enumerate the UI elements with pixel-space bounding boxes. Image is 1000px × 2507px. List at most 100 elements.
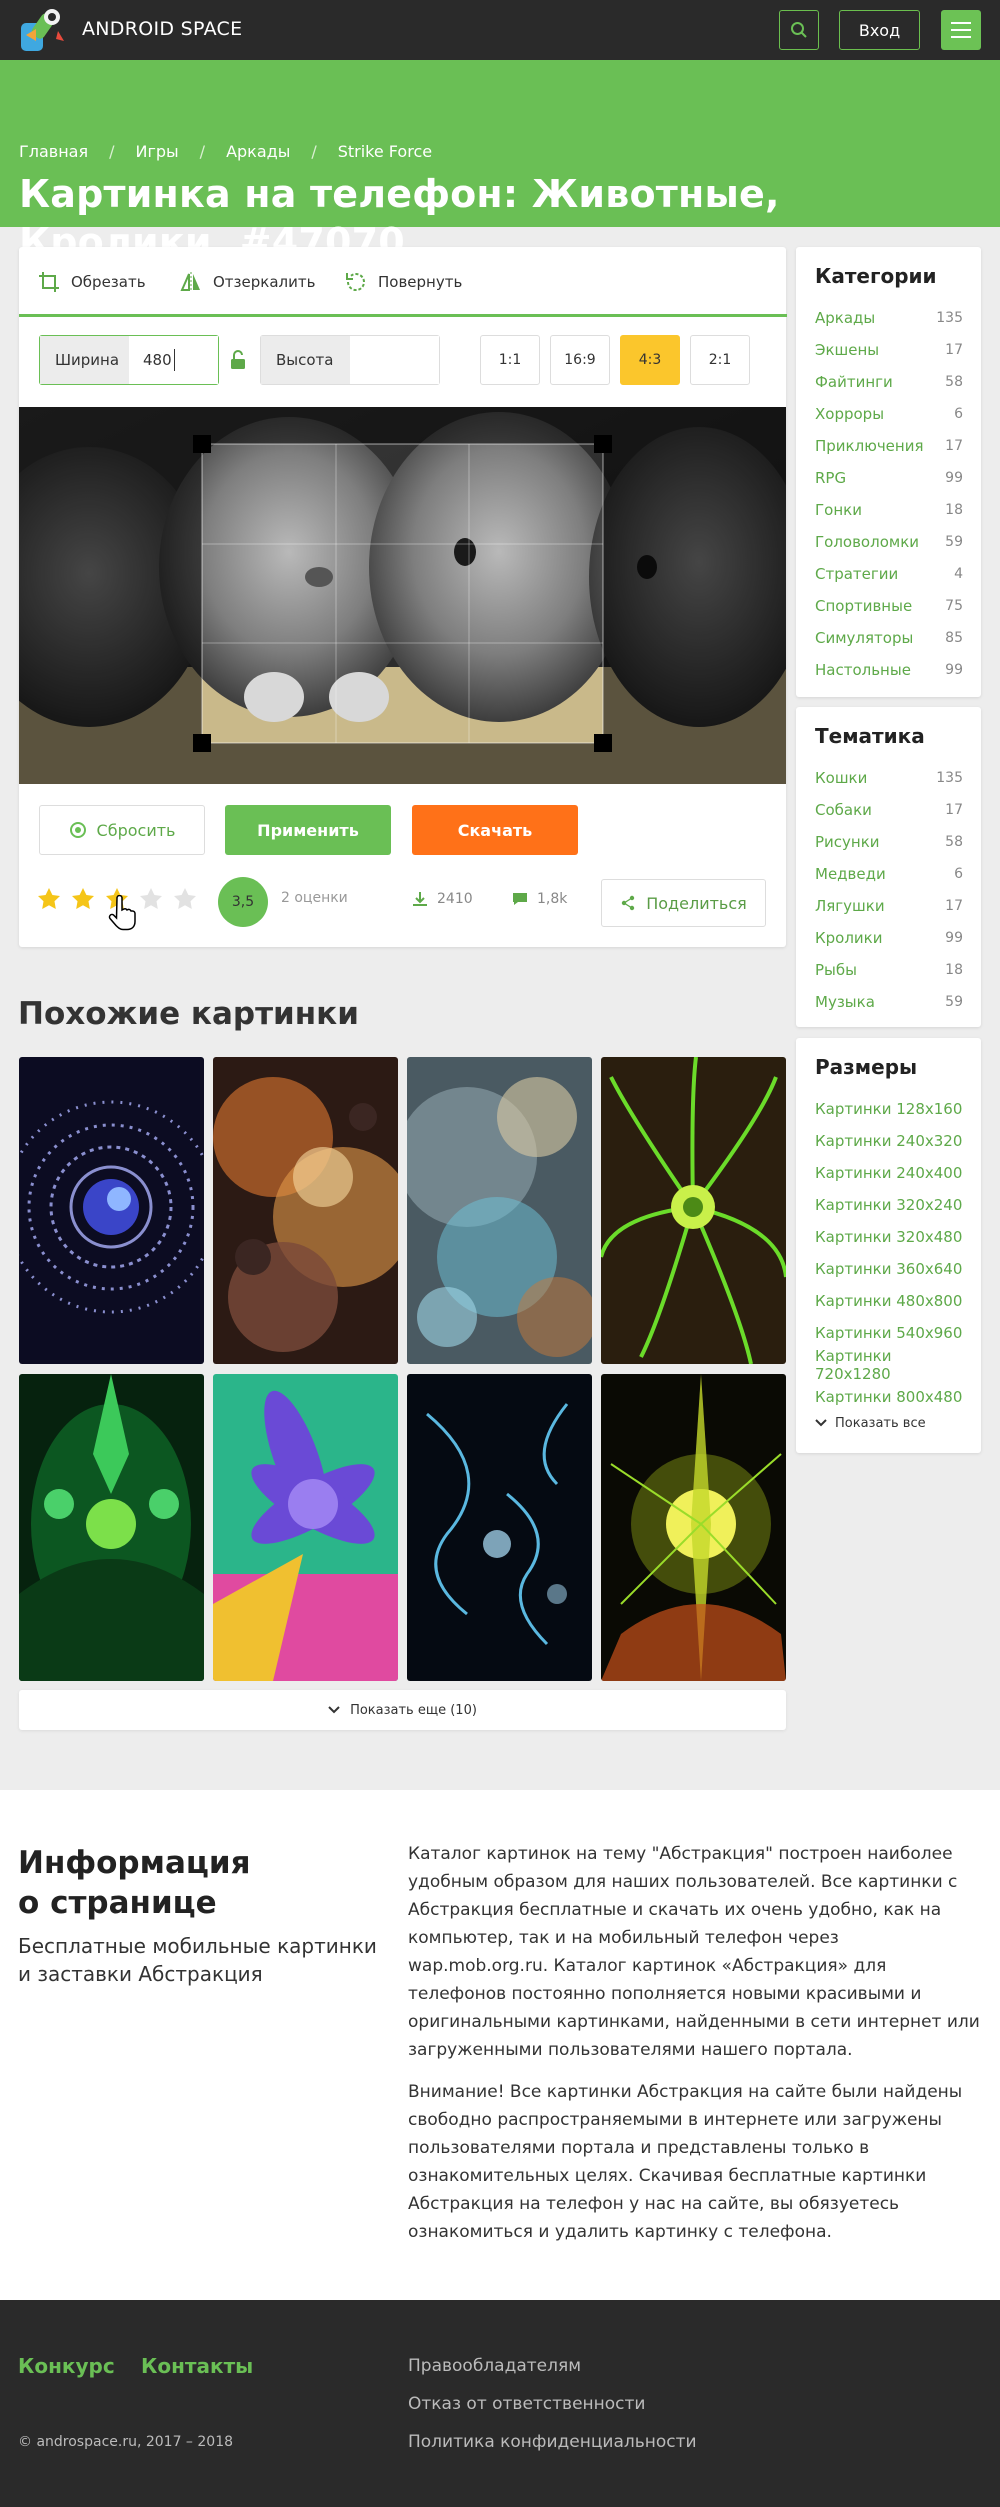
reset-button[interactable]: Сбросить (39, 805, 205, 855)
similar-thumb[interactable] (407, 1057, 592, 1364)
sidebar-item-category-label[interactable]: Головоломки (815, 533, 919, 551)
apply-button[interactable]: Применить (225, 805, 391, 855)
sidebar-item-category[interactable]: Аркады 135 (815, 302, 963, 334)
sidebar-item-size[interactable]: Картинки 540x960 (815, 1317, 963, 1349)
sidebar-item-category-label[interactable]: Настольные (815, 661, 911, 679)
share-button[interactable]: Поделиться (601, 879, 766, 927)
breadcrumb-item[interactable]: Strike Force (338, 142, 432, 161)
download-button[interactable]: Скачать (412, 805, 578, 855)
sidebar-item-category-label[interactable]: Симуляторы (815, 629, 913, 647)
sidebar-item-category[interactable]: Спортивные 75 (815, 590, 963, 622)
sidebar-item-size[interactable]: Картинки 360x640 (815, 1253, 963, 1285)
sidebar-item-category[interactable]: Файтинги 58 (815, 366, 963, 398)
footer-link-privacy[interactable]: Политика конфиденциальности (408, 2432, 697, 2452)
sidebar-item-category[interactable]: Симуляторы 85 (815, 622, 963, 654)
sidebar-item-theme-label[interactable]: Рыбы (815, 961, 857, 979)
sidebar-item-category[interactable]: Приключения 17 (815, 430, 963, 462)
footer-link-contacts[interactable]: Контакты (141, 2354, 253, 2378)
sidebar-item-size[interactable]: Картинки 320x480 (815, 1221, 963, 1253)
similar-thumb[interactable] (601, 1057, 786, 1364)
similar-thumb[interactable] (213, 1374, 398, 1681)
sidebar-item-size[interactable]: Картинки 240x400 (815, 1157, 963, 1189)
show-all-sizes-link[interactable]: Показать все (815, 1408, 926, 1438)
sidebar-item-theme-label[interactable]: Собаки (815, 801, 872, 819)
sidebar-item-category-label[interactable]: RPG (815, 469, 846, 487)
sidebar-item-category[interactable]: RPG 99 (815, 462, 963, 494)
sidebar-item-size-label[interactable]: Картинки 720x1280 (815, 1347, 963, 1383)
ratio-4-3-button[interactable]: 4:3 (620, 335, 680, 385)
logo-text[interactable]: ANDROID SPACE (82, 18, 242, 40)
sidebar-item-theme[interactable]: Рыбы 18 (815, 954, 963, 986)
width-input[interactable]: 480 (129, 336, 218, 384)
footer-link-disclaimer[interactable]: Отказ от ответственности (408, 2394, 645, 2414)
sidebar-item-category-label[interactable]: Хорроры (815, 405, 884, 423)
sidebar-item-size-label[interactable]: Картинки 128x160 (815, 1100, 962, 1118)
ratio-1-1-button[interactable]: 1:1 (480, 335, 540, 385)
sidebar-item-theme-label[interactable]: Рисунки (815, 833, 880, 851)
sidebar-item-size[interactable]: Картинки 480x800 (815, 1285, 963, 1317)
sidebar-item-category[interactable]: Стратегии 4 (815, 558, 963, 590)
star-empty-icon[interactable] (173, 887, 197, 911)
sidebar-item-category[interactable]: Настольные 99 (815, 654, 963, 686)
show-more-button[interactable]: Показать еще (10) (19, 1690, 786, 1730)
sidebar-item-category-label[interactable]: Аркады (815, 309, 875, 327)
breadcrumb-item[interactable]: Главная (19, 142, 88, 161)
sidebar-item-size-label[interactable]: Картинки 240x400 (815, 1164, 962, 1182)
ratio-2-1-button[interactable]: 2:1 (690, 335, 750, 385)
similar-thumb[interactable] (19, 1057, 204, 1364)
sidebar-item-category-label[interactable]: Гонки (815, 501, 862, 519)
sidebar-item-category[interactable]: Хорроры 6 (815, 398, 963, 430)
sidebar-item-size[interactable]: Картинки 320x240 (815, 1189, 963, 1221)
sidebar-item-theme-label[interactable]: Кошки (815, 769, 867, 787)
sidebar-item-size-label[interactable]: Картинки 320x240 (815, 1196, 962, 1214)
sidebar-item-size[interactable]: Картинки 720x1280 (815, 1347, 963, 1383)
similar-thumb[interactable] (19, 1374, 204, 1681)
sidebar-item-category-label[interactable]: Экшены (815, 341, 879, 359)
tab-rotate[interactable]: Повернуть (344, 247, 462, 317)
aspect-lock-icon[interactable] (229, 350, 247, 370)
similar-thumb[interactable] (407, 1374, 592, 1681)
sidebar-item-theme[interactable]: Кролики 99 (815, 922, 963, 954)
sidebar-item-category-label[interactable]: Спортивные (815, 597, 912, 615)
sidebar-item-theme[interactable]: Медведи 6 (815, 858, 963, 890)
sidebar-item-size[interactable]: Картинки 128x160 (815, 1093, 963, 1125)
footer-link-rightholders[interactable]: Правообладателям (408, 2356, 581, 2376)
sidebar-item-category-label[interactable]: Приключения (815, 437, 924, 455)
sidebar-item-size-label[interactable]: Картинки 800x480 (815, 1388, 962, 1406)
sidebar-item-size-label[interactable]: Картинки 480x800 (815, 1292, 962, 1310)
sidebar-item-theme[interactable]: Рисунки 58 (815, 826, 963, 858)
login-button[interactable]: Вход (839, 10, 920, 50)
android-space-logo-icon[interactable] (18, 5, 68, 55)
menu-button[interactable] (941, 10, 981, 50)
sidebar-item-size-label[interactable]: Картинки 240x320 (815, 1132, 962, 1150)
sidebar-item-category[interactable]: Головоломки 59 (815, 526, 963, 558)
sidebar-item-theme[interactable]: Музыка 59 (815, 986, 963, 1018)
width-field[interactable]: Ширина 480 (39, 335, 219, 385)
breadcrumb-item[interactable]: Игры (136, 142, 179, 161)
breadcrumb-item[interactable]: Аркады (226, 142, 290, 161)
star-empty-icon[interactable] (139, 887, 163, 911)
sidebar-item-size[interactable]: Картинки 240x320 (815, 1125, 963, 1157)
star-filled-icon[interactable] (37, 887, 61, 911)
tab-crop[interactable]: Обрезать (37, 247, 146, 317)
sidebar-item-category-label[interactable]: Стратегии (815, 565, 898, 583)
sidebar-item-theme[interactable]: Собаки 17 (815, 794, 963, 826)
sidebar-item-category[interactable]: Экшены 17 (815, 334, 963, 366)
height-input[interactable] (350, 336, 439, 384)
similar-thumb[interactable] (213, 1057, 398, 1364)
sidebar-item-theme-label[interactable]: Музыка (815, 993, 875, 1011)
sidebar-item-theme[interactable]: Лягушки 17 (815, 890, 963, 922)
height-field[interactable]: Высота (260, 335, 440, 385)
sidebar-item-theme-label[interactable]: Лягушки (815, 897, 885, 915)
footer-link-contest[interactable]: Конкурс (18, 2354, 115, 2378)
sidebar-item-theme-label[interactable]: Кролики (815, 929, 883, 947)
crop-canvas[interactable] (19, 407, 786, 784)
star-filled-icon[interactable] (71, 887, 95, 911)
sidebar-item-size-label[interactable]: Картинки 540x960 (815, 1324, 962, 1342)
ratio-16-9-button[interactable]: 16:9 (550, 335, 610, 385)
sidebar-item-size-label[interactable]: Картинки 360x640 (815, 1260, 962, 1278)
sidebar-item-category-label[interactable]: Файтинги (815, 373, 893, 391)
sidebar-item-theme[interactable]: Кошки 135 (815, 762, 963, 794)
sidebar-item-theme-label[interactable]: Медведи (815, 865, 886, 883)
search-button[interactable] (779, 10, 819, 50)
